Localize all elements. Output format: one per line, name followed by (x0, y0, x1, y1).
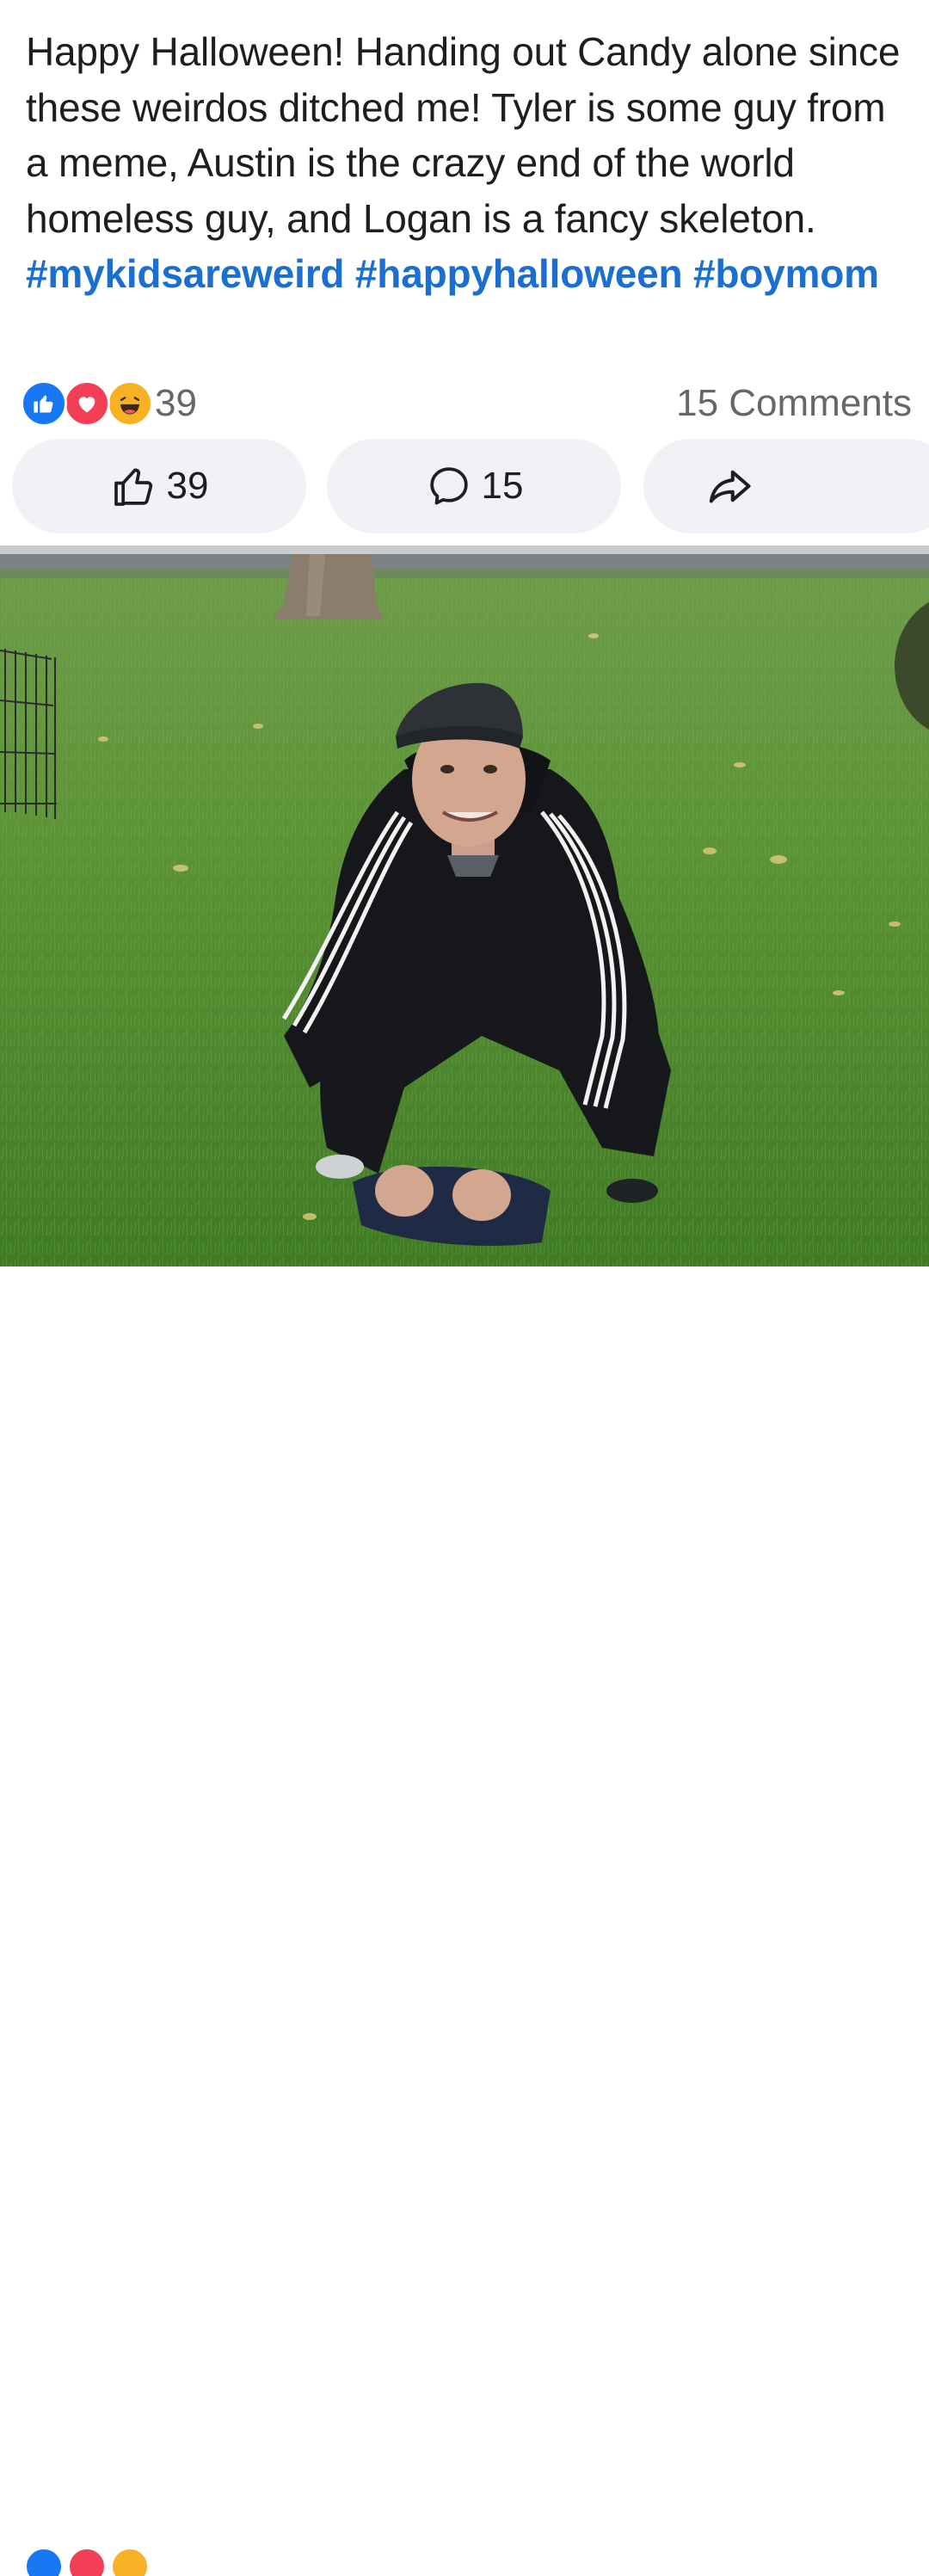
like-button[interactable]: 39 (12, 439, 306, 533)
hashtag-boymom[interactable]: #boymom (693, 251, 879, 296)
hashtag-happyhalloween[interactable]: #happyhalloween (355, 251, 683, 296)
comment-button[interactable]: 15 (327, 439, 621, 533)
post-photo[interactable] (0, 554, 929, 1266)
section-divider (0, 545, 929, 554)
love-icon (67, 2547, 107, 2576)
haha-icon (107, 380, 153, 427)
like-icon (21, 380, 67, 427)
hashtag-mykidsareweird[interactable]: #mykidsareweird (26, 251, 345, 296)
next-post-strip (0, 1266, 929, 2576)
reaction-count[interactable]: 39 (155, 382, 197, 425)
comments-count-link[interactable]: 15 Comments (676, 382, 912, 425)
post-body: Happy Halloween! Handing out Candy alone… (26, 29, 901, 241)
love-icon (64, 380, 110, 427)
share-arrow-icon (709, 470, 751, 503)
like-icon (24, 2547, 64, 2576)
share-button[interactable] (643, 439, 929, 533)
post-text: Happy Halloween! Handing out Candy alone… (26, 24, 912, 302)
comment-button-count: 15 (481, 465, 524, 507)
comment-bubble-icon (429, 467, 468, 505)
reactions-summary[interactable]: 39 15 Comments (21, 379, 912, 427)
thumbs-up-icon (114, 468, 152, 506)
haha-icon (110, 2547, 150, 2576)
reaction-icons[interactable] (21, 380, 158, 427)
like-button-count: 39 (166, 465, 209, 507)
